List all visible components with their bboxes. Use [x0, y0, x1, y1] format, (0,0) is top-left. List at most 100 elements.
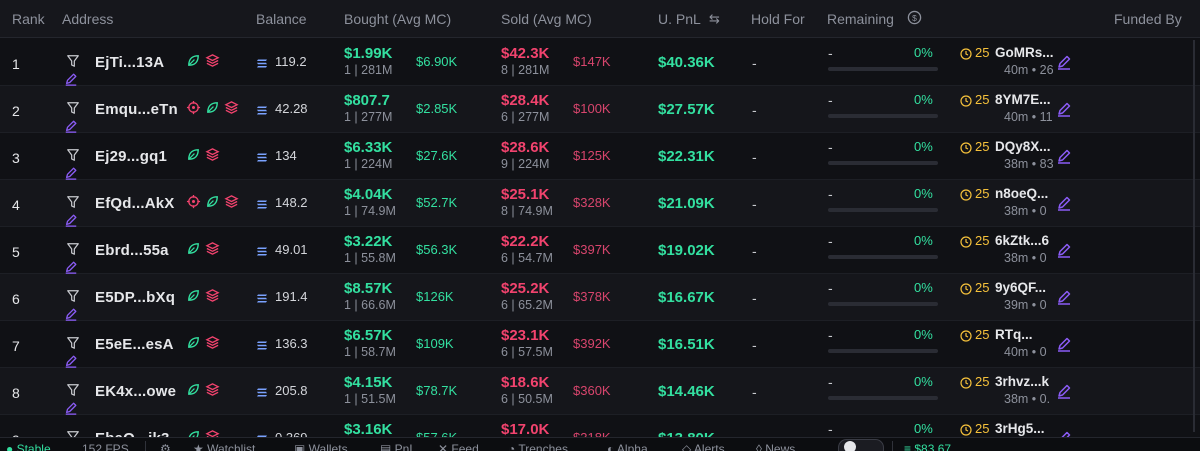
edit-funder-icon[interactable]	[1056, 101, 1072, 117]
filter-icon[interactable]	[66, 242, 80, 256]
filter-icon[interactable]	[66, 430, 80, 437]
sold-count-mc: 9 | 224M	[501, 157, 550, 171]
wallet-address[interactable]: EbaQ...ik3	[95, 430, 170, 437]
table-header: Rank Address Balance Bought (Avg MC) Sol…	[0, 0, 1200, 38]
bought-count-mc: 1 | 277M	[344, 110, 393, 124]
edit-funder-icon[interactable]	[1056, 54, 1072, 70]
table-row[interactable]: 7 E5eE...esA 136.3 $6.57K 1 | 58.7M $109…	[0, 321, 1200, 368]
funder-address[interactable]: 9y6QF...	[995, 280, 1046, 295]
edit-funder-icon[interactable]	[1056, 242, 1072, 258]
filter-icon[interactable]	[66, 101, 80, 115]
edit-funder-icon[interactable]	[1056, 430, 1072, 437]
table-row[interactable]: 9 EbaQ...ik3 0.369 $3.16K 1 | 56.1M $57.…	[0, 415, 1200, 437]
header-hold-for[interactable]: Hold For	[751, 11, 805, 27]
remaining-value: -	[828, 92, 833, 108]
header-address[interactable]: Address	[62, 11, 113, 27]
sol-icon	[256, 338, 268, 350]
layers-icon	[205, 382, 220, 397]
rank: 7	[12, 338, 20, 354]
edit-icon[interactable]	[64, 354, 78, 368]
funder-address[interactable]: RTq...	[995, 327, 1033, 342]
wallet-address[interactable]: EK4x...owe	[95, 383, 176, 400]
edit-icon[interactable]	[64, 401, 78, 415]
edit-icon[interactable]	[64, 166, 78, 180]
alpha-tab[interactable]: ◐ Alpha	[607, 442, 648, 451]
filter-icon[interactable]	[66, 148, 80, 162]
edit-funder-icon[interactable]	[1056, 195, 1072, 211]
filter-icon[interactable]	[66, 383, 80, 397]
funder-address[interactable]: GoMRs...	[995, 45, 1054, 60]
rank: 2	[12, 103, 20, 119]
filter-icon[interactable]	[66, 336, 80, 350]
swap-icon[interactable]: ⇆	[709, 11, 720, 27]
table-row[interactable]: 3 Ej29...gq1 134 $6.33K 1 | 224M $27.6K …	[0, 133, 1200, 180]
table-row[interactable]: 4 EfQd...AkX 148.2 $4.04K 1 | 74.9M $52.…	[0, 180, 1200, 227]
funder-address[interactable]: 6kZtk...6	[995, 233, 1049, 248]
edit-funder-icon[interactable]	[1056, 336, 1072, 352]
layers-icon	[205, 53, 220, 68]
header-rank[interactable]: Rank	[12, 11, 45, 27]
feed-tab[interactable]: ✕ Feed	[438, 442, 479, 451]
wallet-address[interactable]: E5eE...esA	[95, 336, 174, 353]
table-row[interactable]: 1 EjTi...13A 119.2 $1.99K 1 | 281M $6.90…	[0, 39, 1200, 86]
news-tab[interactable]: ◊ News	[756, 442, 795, 451]
wallet-address[interactable]: EfQd...AkX	[95, 195, 175, 212]
funder-address[interactable]: 3rhvz...k	[995, 374, 1049, 389]
funder-address[interactable]: 8YM7E...	[995, 92, 1051, 107]
header-balance[interactable]: Balance	[256, 11, 307, 27]
unrealized-pnl: $40.36K	[658, 54, 715, 71]
edit-funder-icon[interactable]	[1056, 148, 1072, 164]
header-bought[interactable]: Bought (Avg MC)	[344, 11, 451, 27]
table-row[interactable]: 5 Ebrd...55a 49.01 $3.22K 1 | 55.8M $56.…	[0, 227, 1200, 274]
clock-icon	[960, 376, 972, 389]
balance: 134	[275, 148, 297, 163]
header-remaining[interactable]: Remaining	[827, 11, 894, 27]
alerts-tab[interactable]: ◇ Alerts	[682, 442, 725, 451]
funder-count: 25	[975, 45, 990, 60]
remaining-progress-bar	[828, 255, 938, 259]
edit-icon[interactable]	[64, 307, 78, 321]
filter-icon[interactable]	[66, 289, 80, 303]
header-sold[interactable]: Sold (Avg MC)	[501, 11, 592, 27]
funder-count: 25	[975, 421, 990, 436]
dollar-circle-icon[interactable]: $	[907, 10, 922, 28]
funder-address[interactable]: DQy8X...	[995, 139, 1051, 154]
filter-icon[interactable]	[66, 195, 80, 209]
table-row[interactable]: 8 EK4x...owe 205.8 $4.15K 1 | 51.5M $78.…	[0, 368, 1200, 415]
wallet-badges	[186, 288, 220, 303]
sol-price: ≡ $83.67	[904, 442, 952, 451]
wallets-tab[interactable]: ▣ Wallets	[294, 442, 348, 451]
funder-address[interactable]: 3rHg5...	[995, 421, 1045, 436]
edit-icon[interactable]	[64, 72, 78, 86]
edit-icon[interactable]	[64, 119, 78, 133]
funder-count: 25	[975, 92, 990, 107]
wallet-address[interactable]: E5DP...bXq	[95, 289, 175, 306]
edit-funder-icon[interactable]	[1056, 289, 1072, 305]
edit-funder-icon[interactable]	[1056, 383, 1072, 399]
hold-for: -	[752, 149, 757, 165]
sold-count-mc: 6 | 65.2M	[501, 298, 553, 312]
wallet-address[interactable]: Emqu...eTn	[95, 101, 178, 118]
sold-count-mc: 8 | 74.9M	[501, 204, 553, 218]
settings-icon[interactable]: ⚙	[160, 442, 171, 451]
bought-count-mc: 1 | 66.6M	[344, 298, 396, 312]
trenches-tab[interactable]: ◔ Trenches	[508, 442, 568, 451]
pnl-tab[interactable]: ▤ PnL	[380, 442, 416, 451]
scrollbar[interactable]	[1191, 40, 1197, 432]
funder-address[interactable]: n8oeQ...	[995, 186, 1048, 201]
filter-icon[interactable]	[66, 54, 80, 68]
header-funded-by[interactable]: Funded By	[1114, 11, 1182, 27]
edit-icon[interactable]	[64, 213, 78, 227]
wallet-address[interactable]: EjTi...13A	[95, 54, 164, 71]
wallet-address[interactable]: Ej29...gq1	[95, 148, 167, 165]
edit-icon[interactable]	[64, 260, 78, 274]
wallet-address[interactable]: Ebrd...55a	[95, 242, 169, 259]
sold-count-mc: 6 | 57.5M	[501, 345, 553, 359]
header-upnl[interactable]: U. PnL	[658, 11, 701, 27]
table-row[interactable]: 2 Emqu...eTn 42.28 $807.7 1 | 277M $2.85…	[0, 86, 1200, 133]
avatar-toggle[interactable]	[838, 439, 884, 451]
table-row[interactable]: 6 E5DP...bXq 191.4 $8.57K 1 | 66.6M $126…	[0, 274, 1200, 321]
watchlist-tab[interactable]: ★ Watchlist	[193, 442, 255, 451]
rank: 3	[12, 150, 20, 166]
bought-avg-mc: $52.7K	[416, 195, 458, 210]
